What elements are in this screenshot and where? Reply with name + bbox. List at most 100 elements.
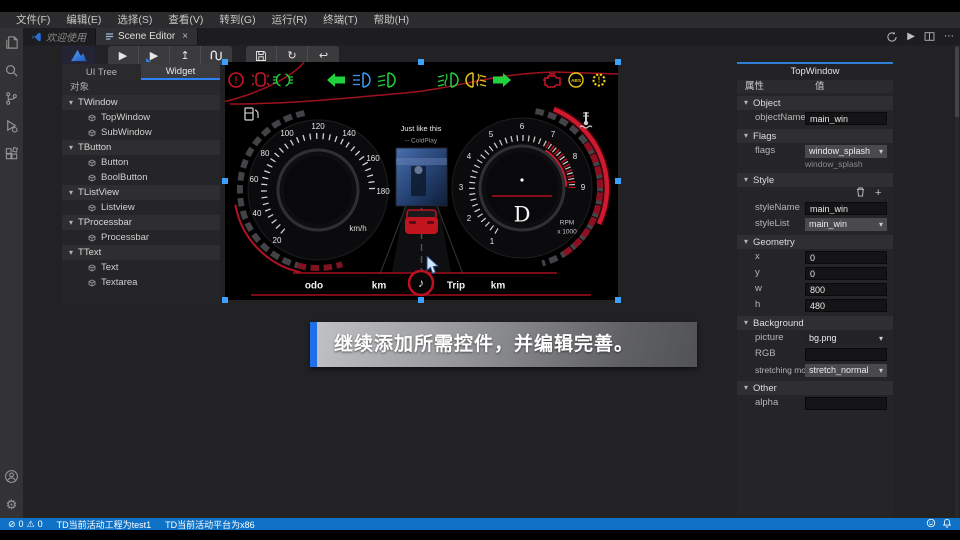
menu-item-selection[interactable]: 选择(S): [109, 12, 160, 28]
svg-text:5: 5: [489, 130, 494, 139]
tree-item-text[interactable]: Text: [62, 260, 220, 275]
selection-handle-nw[interactable]: [222, 59, 228, 65]
selection-handle-s[interactable]: [418, 297, 424, 303]
tree-group-twindow[interactable]: ▾TWindow: [62, 95, 220, 110]
selection-handle-n[interactable]: [418, 59, 424, 65]
tab-ui-tree[interactable]: UI Tree: [62, 64, 141, 80]
widget-cube-icon: [88, 264, 96, 272]
widget-cube-icon: [88, 204, 96, 212]
section-flags[interactable]: ▾Flags: [737, 129, 893, 143]
tree-group-tprocessbar[interactable]: ▾TProcessbar: [62, 215, 220, 230]
scene-logo-button[interactable]: [62, 46, 95, 65]
split-editor-icon[interactable]: [924, 31, 935, 42]
x-input[interactable]: [805, 251, 887, 264]
stylename-input[interactable]: [805, 202, 887, 215]
stretching-mode-select[interactable]: stretch_normal▾: [805, 364, 887, 377]
tree-item-subwindow[interactable]: SubWindow: [62, 125, 220, 140]
settings-gear-icon[interactable]: ⚙: [0, 490, 23, 518]
odometer-bar[interactable]: odo km Trip km ♪: [251, 271, 591, 295]
tab-welcome[interactable]: 欢迎使用: [23, 28, 96, 45]
scene-canvas[interactable]: !: [225, 62, 618, 300]
menu-item-file[interactable]: 文件(F): [8, 12, 58, 28]
selection-handle-w[interactable]: [222, 178, 228, 184]
h-input[interactable]: [805, 299, 887, 312]
objectname-input[interactable]: [805, 112, 887, 125]
svg-text:140: 140: [342, 129, 356, 138]
tachometer-gauge[interactable]: 1 2 3 4 5 6 7 8 9 D RPM x 1000: [452, 109, 607, 263]
tab-widget[interactable]: Widget: [141, 64, 220, 80]
media-widget[interactable]: Just like this -- ColdPlay: [396, 124, 447, 206]
row-h: h: [737, 297, 893, 313]
tab-scene-editor[interactable]: Scene Editor ×: [96, 28, 198, 45]
run-file-icon[interactable]: ▶: [907, 32, 915, 42]
notifications-bell-icon[interactable]: [942, 518, 952, 530]
rgb-input[interactable]: [805, 348, 887, 361]
menu-item-run[interactable]: 运行(R): [264, 12, 316, 28]
simulate-button[interactable]: ▶: [108, 46, 139, 65]
tab-close-icon[interactable]: ×: [182, 31, 188, 42]
tree-group-tlistview[interactable]: ▾TListView: [62, 185, 220, 200]
tree-item-processbar[interactable]: Processbar: [62, 230, 220, 245]
account-icon[interactable]: [0, 462, 23, 490]
tree-item-textarea[interactable]: Textarea: [62, 275, 220, 290]
tree-item-listview[interactable]: Listview: [62, 200, 220, 215]
section-style[interactable]: ▾Style: [737, 173, 893, 187]
activity-bar: ⚙: [0, 28, 23, 518]
gear-indicator: D: [514, 203, 531, 227]
flags-select[interactable]: window_splash▾: [805, 145, 887, 158]
menu-item-view[interactable]: 查看(V): [160, 12, 211, 28]
tree-group-tbutton[interactable]: ▾TButton: [62, 140, 220, 155]
editor-scrollbar[interactable]: [955, 45, 959, 518]
col-value-header: 值: [815, 80, 825, 93]
picture-select[interactable]: bg.png▾: [805, 332, 887, 345]
stylelist-select[interactable]: main_win▾: [805, 218, 887, 231]
explorer-icon[interactable]: [0, 28, 23, 56]
menu-item-terminal[interactable]: 终端(T): [315, 12, 365, 28]
speedometer-gauge[interactable]: 20 40 60 80 100 120 140 160 180 km/h: [235, 108, 390, 272]
section-geometry[interactable]: ▾Geometry: [737, 235, 893, 249]
extensions-icon[interactable]: [0, 140, 23, 168]
simulate-debug-button[interactable]: ▶: [139, 46, 170, 65]
telltale-row[interactable]: !: [229, 73, 605, 87]
menu-item-goto[interactable]: 转到(G): [211, 12, 263, 28]
selection-handle-se[interactable]: [615, 297, 621, 303]
tree-item-topwindow[interactable]: TopWindow: [62, 110, 220, 125]
section-background[interactable]: ▾Background: [737, 316, 893, 330]
selection-handle-e[interactable]: [615, 178, 621, 184]
feedback-icon[interactable]: [926, 518, 936, 530]
delete-style-icon[interactable]: [856, 187, 865, 200]
chevron-down-icon: ▾: [879, 332, 883, 345]
tree-item-boolbutton[interactable]: BoolButton: [62, 170, 220, 185]
problems-status[interactable]: ⊘ 0 ⚠ 0: [8, 519, 43, 529]
section-other[interactable]: ▾Other: [737, 381, 893, 395]
active-platform-status[interactable]: TD当前活动平台为x86: [165, 518, 255, 531]
run-debug-icon[interactable]: [0, 112, 23, 140]
deploy-button[interactable]: ↥: [170, 46, 201, 65]
abs-icon: ABS: [569, 73, 583, 87]
add-style-icon[interactable]: +: [875, 187, 881, 199]
run-code-icon[interactable]: [886, 31, 898, 43]
w-input[interactable]: [805, 283, 887, 296]
selection-handle-ne[interactable]: [615, 59, 621, 65]
tree-item-button[interactable]: Button: [62, 155, 220, 170]
more-actions-icon[interactable]: ⋯: [944, 32, 954, 42]
section-object[interactable]: ▾Object: [737, 96, 893, 110]
tree-group-ttext[interactable]: ▾TText: [62, 245, 220, 260]
trip-label: Trip: [447, 281, 465, 292]
tutorial-banner: 继续添加所需控件，并编辑完善。: [310, 322, 697, 367]
source-control-icon[interactable]: [0, 84, 23, 112]
menu-item-edit[interactable]: 编辑(E): [58, 12, 109, 28]
odo-label: odo: [305, 281, 323, 292]
row-rgb: RGB: [737, 346, 893, 362]
search-icon[interactable]: [0, 56, 23, 84]
rpm-label: RPM: [560, 220, 574, 227]
editor-area: ▶ ▶ ↥ ↻ ↩ UI Tree Widget 对象 ▾TWindow Top…: [23, 45, 960, 518]
selection-handle-sw[interactable]: [222, 297, 228, 303]
odo-unit-label: km: [372, 281, 387, 292]
active-project-status[interactable]: TD当前活动工程为test1: [57, 518, 152, 531]
scene-editor-icon: [105, 32, 114, 41]
y-input[interactable]: [805, 267, 887, 280]
collapse-caret-icon: ▾: [744, 176, 748, 184]
alpha-input[interactable]: [805, 397, 887, 410]
menu-item-help[interactable]: 帮助(H): [366, 12, 418, 28]
